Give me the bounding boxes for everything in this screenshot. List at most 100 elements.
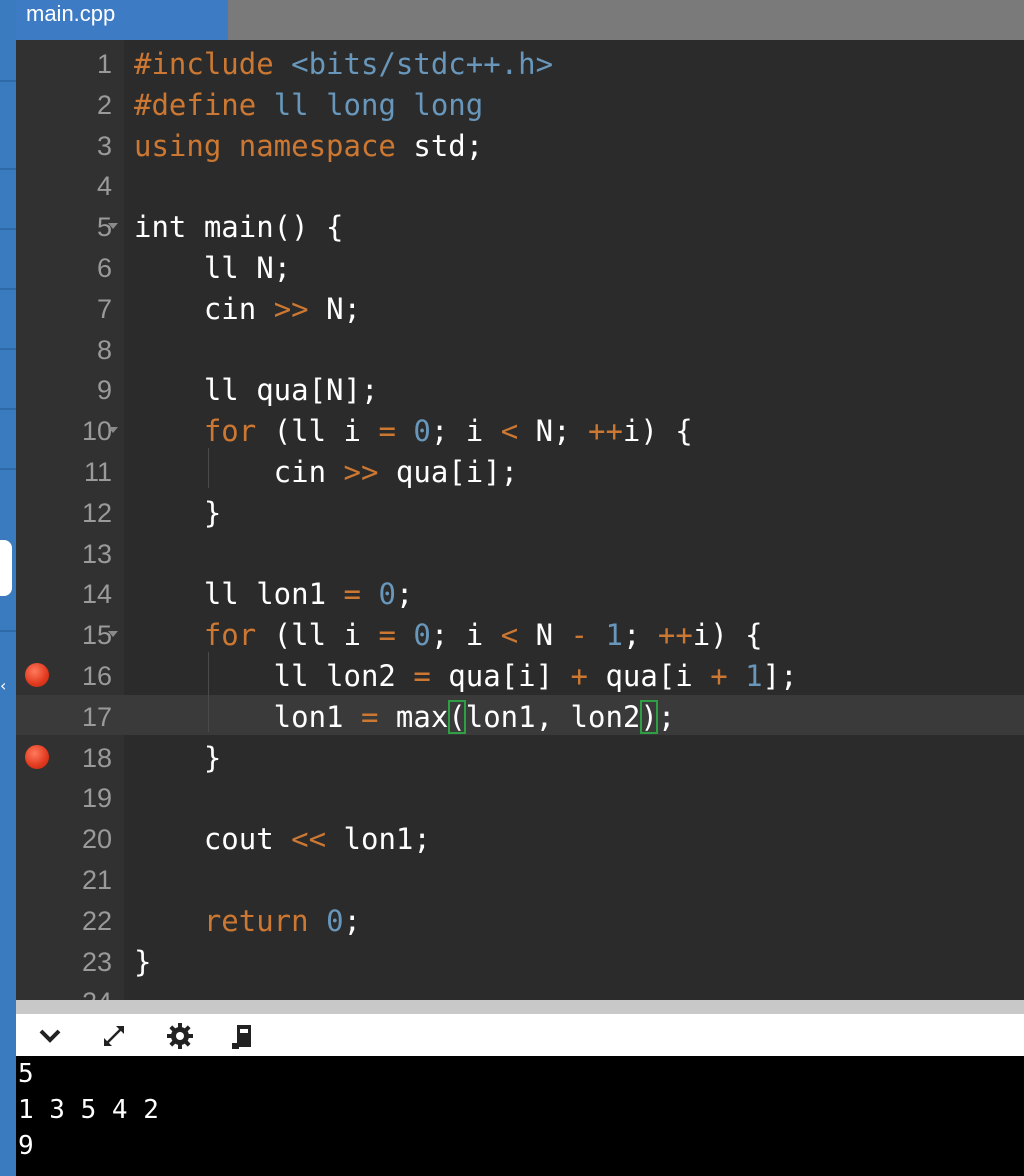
code-text: ll N; — [134, 246, 291, 286]
code-text: } — [134, 940, 151, 980]
collapse-arrow-icon[interactable]: ‹ — [0, 676, 6, 695]
line-number-cell[interactable]: 19 — [16, 776, 124, 816]
fold-toggle-icon[interactable] — [108, 223, 118, 230]
fold-toggle-icon[interactable] — [108, 427, 118, 434]
line-number: 3 — [96, 130, 112, 161]
code-line[interactable]: 11 cin >> qua[i]; — [16, 450, 1024, 490]
code-line[interactable]: 12 } — [16, 491, 1024, 531]
code-line[interactable]: 2 #define ll long long — [16, 83, 1024, 123]
code-text: ll qua[N]; — [134, 368, 379, 408]
code-token: for — [134, 414, 257, 449]
line-number-cell[interactable]: 12 — [16, 491, 124, 531]
line-number: 21 — [81, 865, 112, 895]
code-line[interactable]: 14 ll lon1 = 0; — [16, 572, 1024, 612]
code-line[interactable]: 17 lon1 = max(lon1, lon2); — [16, 694, 1024, 735]
code-line[interactable]: 5 int main() { — [16, 205, 1024, 245]
line-number: 16 — [81, 661, 112, 691]
code-token: ; — [343, 903, 361, 938]
breakpoint-icon[interactable] — [25, 663, 49, 687]
code-token: i) { — [622, 414, 693, 449]
line-number-cell[interactable]: 13 — [16, 532, 124, 572]
line-number-cell[interactable]: 10 — [16, 409, 124, 449]
line-number-cell[interactable]: 23 — [16, 940, 124, 980]
line-number-cell[interactable]: 15 — [16, 613, 124, 653]
code-line[interactable]: 23} — [16, 940, 1024, 980]
line-number-cell[interactable]: 4 — [16, 164, 124, 204]
line-number-cell[interactable]: 2 — [16, 83, 124, 123]
code-token: i) { — [692, 618, 763, 653]
code-editor[interactable]: 1 #include <bits/stdc++.h> 2 #define ll lon… — [16, 40, 1024, 1000]
line-number-cell[interactable]: 24 — [16, 980, 124, 1000]
code-text: cin >> qua[i]; — [134, 450, 518, 490]
line-number: 4 — [96, 171, 112, 202]
code-line[interactable]: 7 cin >> N; — [16, 287, 1024, 327]
code-line[interactable]: 8 — [16, 328, 1024, 368]
code-line[interactable]: 6 ll N; — [16, 246, 1024, 286]
code-token: (ll i — [256, 618, 379, 653]
code-line[interactable]: 10 for (ll i = 0; i < N; ++i) { — [16, 409, 1024, 449]
breakpoint-icon[interactable] — [25, 744, 49, 769]
console-output[interactable]: 5 1 3 5 4 2 9 — [16, 1056, 1024, 1176]
code-token: ]; — [762, 659, 798, 693]
code-token: = — [378, 618, 396, 653]
code-line[interactable]: 16 ll lon2 = qua[i] + qua[i + 1]; — [16, 654, 1024, 694]
code-line[interactable]: 1 #include <bits/stdc++.h> — [16, 42, 1024, 82]
code-line[interactable]: 13 — [16, 532, 1024, 572]
line-number-cell[interactable]: 22 — [16, 899, 124, 939]
code-text: for (ll i = 0; i < N - 1; ++i) { — [134, 613, 763, 653]
line-number-cell[interactable]: 16 — [16, 654, 124, 694]
line-number-cell[interactable]: 7 — [16, 287, 124, 327]
code-token: <bits/stdc++.h> — [291, 47, 554, 81]
line-number-cell[interactable]: 9 — [16, 368, 124, 408]
code-line[interactable]: 9 ll qua[N]; — [16, 368, 1024, 408]
line-number-cell[interactable]: 17 — [16, 694, 124, 735]
fold-toggle-icon[interactable] — [108, 631, 118, 638]
editor-tab-bar: main.cpp — [16, 0, 1024, 40]
line-number-cell[interactable]: 14 — [16, 572, 124, 612]
code-text: lon1 = max(lon1, lon2); — [134, 695, 675, 735]
code-line[interactable]: 18 } — [16, 736, 1024, 776]
line-number: 11 — [83, 457, 112, 487]
line-number-cell[interactable]: 21 — [16, 858, 124, 898]
bracket-match: ( — [448, 699, 466, 734]
code-line[interactable]: 24 — [16, 980, 1024, 1000]
code-token: ll N; — [134, 251, 292, 285]
line-number-cell[interactable]: 1 — [16, 42, 124, 82]
line-number: 1 — [96, 49, 112, 79]
expand-icon[interactable] — [98, 1020, 130, 1052]
code-line[interactable]: 4 — [16, 164, 1024, 204]
gear-icon[interactable] — [164, 1020, 196, 1052]
code-token: for — [134, 618, 257, 653]
code-token: ; i — [430, 414, 501, 449]
line-number-cell[interactable]: 11 — [16, 450, 124, 490]
code-token: < — [500, 618, 519, 653]
code-token: qua[i] — [430, 659, 571, 693]
code-line[interactable]: 19 — [16, 776, 1024, 816]
panel-splitter[interactable] — [16, 1000, 1024, 1014]
code-line[interactable]: 3 using namespace std; — [16, 124, 1024, 164]
code-token: cin — [134, 455, 344, 489]
code-token: - — [570, 618, 589, 653]
line-number-cell[interactable]: 18 — [16, 736, 124, 776]
line-number-cell[interactable]: 8 — [16, 328, 124, 368]
code-token: 0 — [378, 577, 396, 612]
line-number-cell[interactable]: 6 — [16, 246, 124, 286]
code-token: ; — [622, 618, 658, 653]
code-line[interactable]: 15 for (ll i = 0; i < N - 1; ++i) { — [16, 613, 1024, 653]
code-line[interactable]: 20 cout << lon1; — [16, 817, 1024, 857]
code-token: qua[i — [587, 659, 711, 693]
chevron-down-icon[interactable] — [34, 1020, 66, 1052]
line-number-cell[interactable]: 20 — [16, 817, 124, 857]
code-line[interactable]: 22 return 0; — [16, 899, 1024, 939]
side-panel-tab[interactable] — [0, 540, 12, 596]
line-number: 9 — [96, 375, 112, 406]
code-token: ; — [395, 577, 414, 612]
tab-main-cpp[interactable]: main.cpp — [16, 0, 228, 40]
line-number-cell[interactable]: 5 — [16, 205, 124, 245]
clipboard-icon[interactable] — [228, 1020, 260, 1052]
line-number-cell[interactable]: 3 — [16, 124, 124, 164]
code-line[interactable]: 21 — [16, 858, 1024, 898]
